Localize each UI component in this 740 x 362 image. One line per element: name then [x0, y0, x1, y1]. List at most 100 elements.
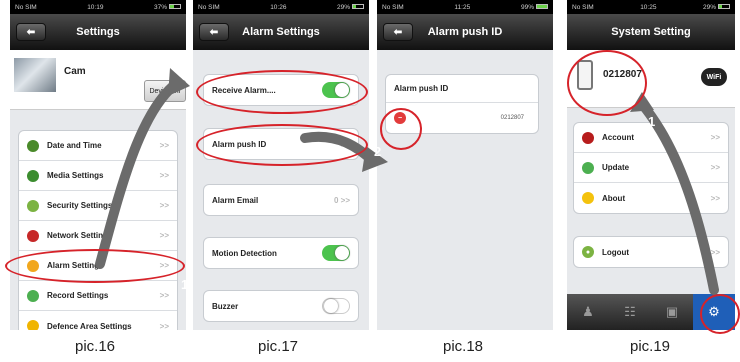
buzzer-row[interactable]: Buzzer	[204, 291, 358, 321]
clock-text: 10:26	[270, 3, 287, 11]
battery-text: 29%	[702, 3, 716, 11]
keypad-icon: ☷	[624, 304, 636, 319]
motion-detection-toggle[interactable]	[322, 245, 350, 261]
motion-detection-label: Motion Detection	[212, 248, 277, 258]
tab-toolbox[interactable]: ▣	[651, 294, 693, 330]
motion-detection-row[interactable]: Motion Detection	[204, 238, 358, 268]
battery-text: 99%	[520, 3, 534, 11]
folder-icon	[27, 289, 39, 302]
nav-title: Alarm Settings	[242, 26, 320, 38]
push-id-value: 0212807	[500, 115, 524, 121]
clock-text: 10:19	[87, 3, 104, 11]
back-button[interactable]: ⬅	[199, 23, 229, 41]
logout-group: ● Logout >>	[573, 236, 729, 268]
menu-item-label: Security Settings	[47, 201, 113, 210]
motion-detection-group: Motion Detection	[203, 237, 359, 269]
menu-item-label: About	[602, 193, 626, 203]
battery-icon	[169, 4, 181, 10]
caption-pic19: pic.19	[629, 338, 671, 355]
menu-item-record-settings[interactable]: Record Settings >>	[19, 281, 177, 311]
alarm-email-count: 0	[333, 195, 339, 205]
nav-title: Alarm push ID	[427, 26, 503, 38]
buzzer-label: Buzzer	[212, 301, 239, 311]
menu-item-about[interactable]: About >>	[574, 183, 728, 213]
status-bar: No SIM 11:25 99%	[377, 0, 553, 14]
nav-bar: ⬅ Alarm push ID	[377, 14, 553, 50]
film-icon	[27, 169, 39, 182]
clock-text: 10:25	[640, 3, 657, 11]
logout-row[interactable]: ● Logout >>	[574, 237, 728, 267]
system-menu: Account >> Update >> About >>	[573, 122, 729, 214]
back-arrow-icon: ⬅	[209, 26, 219, 38]
menu-item-label: Update	[602, 163, 630, 172]
battery-icon	[718, 4, 730, 10]
status-bar: No SIM 10:19 37%	[10, 0, 186, 14]
menu-item-label: Date and Time	[47, 141, 102, 150]
tab-keypad[interactable]: ☷	[609, 294, 651, 330]
battery-text: 37%	[153, 3, 167, 11]
alarm-email-row[interactable]: Alarm Email 0 >>	[204, 185, 358, 215]
section-title: Alarm push ID	[386, 75, 538, 103]
highlight-alarm-settings	[5, 249, 185, 283]
highlight-device-id	[567, 50, 647, 116]
shield-icon	[27, 199, 39, 212]
chevron-right-icon: >>	[159, 201, 169, 210]
menu-item-date-and-time[interactable]: Date and Time >>	[19, 131, 177, 161]
device-info-button[interactable]: Device Inf	[144, 80, 186, 102]
camera-row[interactable]: Cam Device Inf	[10, 50, 186, 110]
back-arrow-icon: ⬅	[26, 26, 36, 38]
back-button[interactable]: ⬅	[16, 23, 46, 41]
caption-pic17: pic.17	[257, 338, 299, 355]
battery-text: 29%	[336, 3, 350, 11]
logout-label: Logout	[602, 247, 630, 257]
menu-item-defence-area-settings[interactable]: Defence Area Settings >>	[19, 311, 177, 330]
menu-item-network-setting[interactable]: Network Setting >>	[19, 221, 177, 251]
highlight-remove-button	[380, 108, 422, 150]
chevron-right-icon: >>	[340, 195, 350, 205]
chevron-right-icon: >>	[159, 231, 169, 240]
caption-pic18: pic.18	[442, 338, 484, 355]
phone-pic19: No SIM 10:25 29% System Setting 0212807 …	[567, 0, 735, 330]
step-marker-1: 1	[181, 277, 189, 292]
highlight-receive-alarm	[196, 70, 368, 114]
clock-text: 11:25	[454, 3, 471, 11]
alarm-email-label: Alarm Email	[212, 195, 259, 205]
star-icon	[582, 192, 594, 204]
person-icon: ♟	[582, 304, 594, 319]
battery-icon	[535, 4, 548, 10]
menu-item-media-settings[interactable]: Media Settings >>	[19, 161, 177, 191]
carrier-text: No SIM	[15, 3, 37, 11]
menu-item-update[interactable]: Update >>	[574, 153, 728, 183]
menu-item-label: Network Setting	[47, 231, 108, 240]
phone-pic18: No SIM 11:25 99% ⬅ Alarm push ID Alarm p…	[377, 0, 553, 330]
carrier-text: No SIM	[198, 3, 220, 11]
highlight-alarm-push-id	[196, 124, 368, 166]
nav-bar: ⬅ Settings	[10, 14, 186, 50]
user-icon	[582, 131, 594, 144]
chevron-right-icon: >>	[159, 321, 169, 331]
camera-thumbnail	[14, 58, 56, 92]
tab-contacts[interactable]: ♟	[567, 294, 609, 330]
alarm-email-value: 0 >>	[334, 196, 350, 205]
chevron-right-icon: >>	[159, 141, 169, 150]
buzzer-toggle[interactable]	[322, 298, 350, 314]
menu-item-label: Record Settings	[47, 291, 109, 300]
back-button[interactable]: ⬅	[383, 23, 413, 41]
menu-item-security-settings[interactable]: Security Settings >>	[19, 191, 177, 221]
step-marker-3: 1	[648, 114, 656, 129]
antenna-icon	[27, 229, 39, 242]
wifi-icon: WiFi	[701, 68, 727, 86]
chevron-right-icon: >>	[710, 193, 720, 203]
clock-icon	[27, 139, 39, 152]
carrier-text: No SIM	[382, 3, 404, 11]
settings-menu: Date and Time >> Media Settings >> Security …	[18, 130, 178, 330]
status-bar: No SIM 10:25 29%	[567, 0, 735, 14]
chevron-right-icon: >>	[710, 163, 720, 172]
buzzer-group: Buzzer	[203, 290, 359, 322]
highlight-settings-tab	[700, 294, 740, 334]
logout-icon: ●	[582, 246, 594, 258]
step-marker-2: 2	[374, 144, 382, 159]
caption-pic16: pic.16	[74, 338, 116, 355]
carrier-text: No SIM	[572, 3, 594, 11]
status-bar: No SIM 10:26 29%	[193, 0, 369, 14]
